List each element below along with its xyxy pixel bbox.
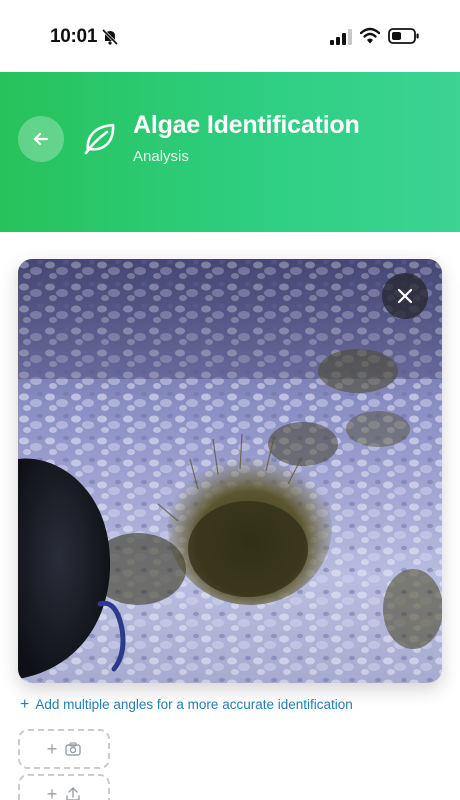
header: Algae Identification Analysis [0,72,460,232]
aquarium-photo-image [18,259,442,683]
add-photo-camera-button[interactable]: + [18,729,110,769]
plus-icon: + [20,696,30,713]
plus-icon: + [46,739,58,759]
wifi-icon [360,27,380,44]
cellular-signal-icon [330,29,352,45]
plus-icon: + [46,784,58,800]
bell-off-icon [101,28,119,46]
hint-text: Add multiple angles for a more accurate … [35,697,353,712]
status-bar: 10:01 [0,0,460,72]
arrow-left-icon [33,132,49,146]
close-icon [397,288,413,304]
battery-icon [388,28,419,44]
page-subtitle: Analysis [133,148,189,165]
remove-photo-button[interactable] [382,273,428,319]
status-time: 10:01 [50,26,98,47]
leaf-icon [84,123,115,155]
back-button[interactable] [18,116,64,162]
add-photo-upload-button[interactable]: + [18,774,110,800]
upload-icon [66,787,80,800]
algae-photo [18,259,442,683]
page-title: Algae Identification [133,111,360,139]
camera-icon [65,742,81,756]
multiple-angles-hint[interactable]: + Add multiple angles for a more accurat… [20,696,353,713]
